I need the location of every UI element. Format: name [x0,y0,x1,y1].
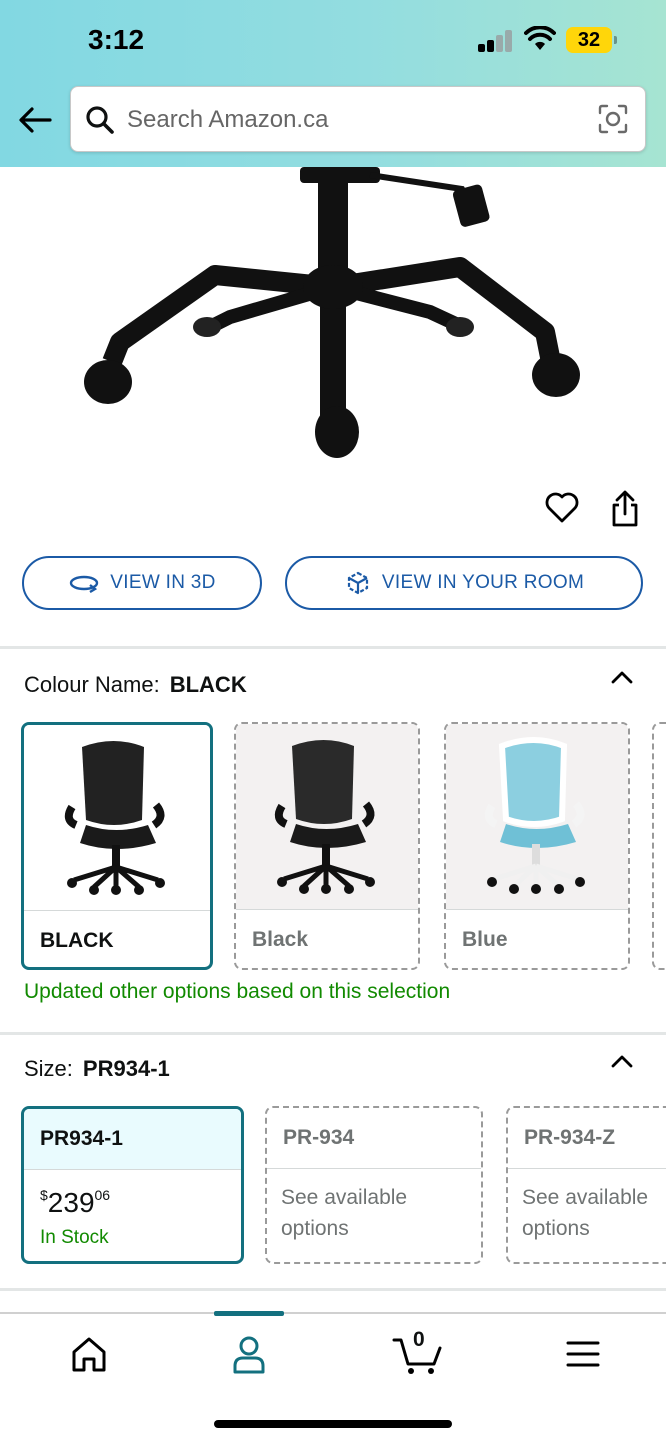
app-header: 3:12 32 [0,0,666,167]
product-image-actions [0,490,666,534]
view-in-3d-button[interactable]: VIEW IN 3D [22,556,262,610]
bottom-navigation: 0 [0,1311,666,1440]
view-in-your-room-label: VIEW IN YOUR ROOM [381,572,585,593]
colour-swatch-black[interactable]: Black [234,722,420,970]
heart-icon[interactable] [544,490,580,524]
size-option-name: PR-934 [283,1126,355,1149]
price-whole: 239 [47,1187,95,1218]
section-divider [0,646,666,649]
size-option-name: PR-934-Z [524,1126,616,1149]
see-available-options: See available options [522,1186,649,1240]
selection-update-note: Updated other options based on this sele… [24,980,451,1003]
swatch-separator [446,909,628,910]
menu-icon[interactable] [558,1334,608,1374]
chevron-up-icon[interactable] [610,668,634,686]
price-currency: $ [40,1187,48,1203]
size-option-pr934-1-selected[interactable]: PR934-1 $23906 In Stock [21,1106,244,1264]
swatch-thumbnail [236,724,418,909]
size-heading: Size: PR934-1 [24,1056,170,1082]
section-divider [0,1032,666,1035]
ar-cube-icon [347,571,369,595]
search-bar[interactable] [70,86,646,152]
colour-name-label: Colour Name: [24,672,160,697]
swatch-thumbnail [24,725,210,910]
section-divider [0,1288,666,1291]
cellular-signal-icon [478,30,514,52]
colour-swatch-black-selected[interactable]: BLACK [21,722,213,970]
camera-scan-icon[interactable] [597,103,629,135]
see-available-options: See available options [281,1186,408,1240]
rotate-3d-icon [70,575,99,593]
wifi-icon [524,26,556,50]
size-option-pr-934[interactable]: PR-934 See available options [265,1106,483,1264]
home-indicator [214,1420,452,1428]
account-icon[interactable] [224,1334,274,1374]
size-selected-value: PR934-1 [82,1056,170,1081]
swatch-name: Black [252,928,309,951]
size-card-separator [508,1168,666,1169]
size-option-name: PR934-1 [24,1109,241,1169]
chevron-up-icon[interactable] [610,1052,634,1070]
view-in-3d-label: VIEW IN 3D [110,572,216,593]
colour-selected-value: BLACK [169,672,247,697]
home-icon[interactable] [64,1334,114,1374]
chair-black-image [274,740,375,894]
size-label: Size: [24,1056,73,1081]
swatch-thumbnail [446,724,628,909]
cart-count-badge: 0 [413,1328,425,1351]
battery-indicator: 32 [566,27,617,53]
share-icon[interactable] [608,490,642,528]
stock-status: In Stock [40,1227,109,1248]
size-option-price: $23906 [40,1187,110,1219]
colour-swatch-blue[interactable]: Blue [444,722,630,970]
size-option-pr-934-z[interactable]: PR-934-Z See available options [506,1106,666,1264]
search-icon [86,106,114,134]
size-card-separator [267,1168,481,1169]
swatch-name: BLACK [40,929,114,952]
product-image[interactable] [0,167,666,477]
price-fraction: 06 [94,1187,111,1203]
back-arrow-icon[interactable] [16,102,56,138]
colour-name-heading: Colour Name: BLACK [24,672,247,698]
chair-blue-image [484,737,585,894]
swatch-separator [24,910,210,911]
search-input[interactable] [127,101,587,139]
view-in-your-room-button[interactable]: VIEW IN YOUR ROOM [285,556,643,610]
swatch-separator [236,909,418,910]
status-time: 3:12 [88,24,145,55]
swatch-name: Blue [462,928,508,951]
active-tab-indicator [214,1311,284,1316]
chair-black-image [64,741,165,895]
size-card-separator [24,1169,241,1170]
colour-swatch-more[interactable] [652,722,666,970]
